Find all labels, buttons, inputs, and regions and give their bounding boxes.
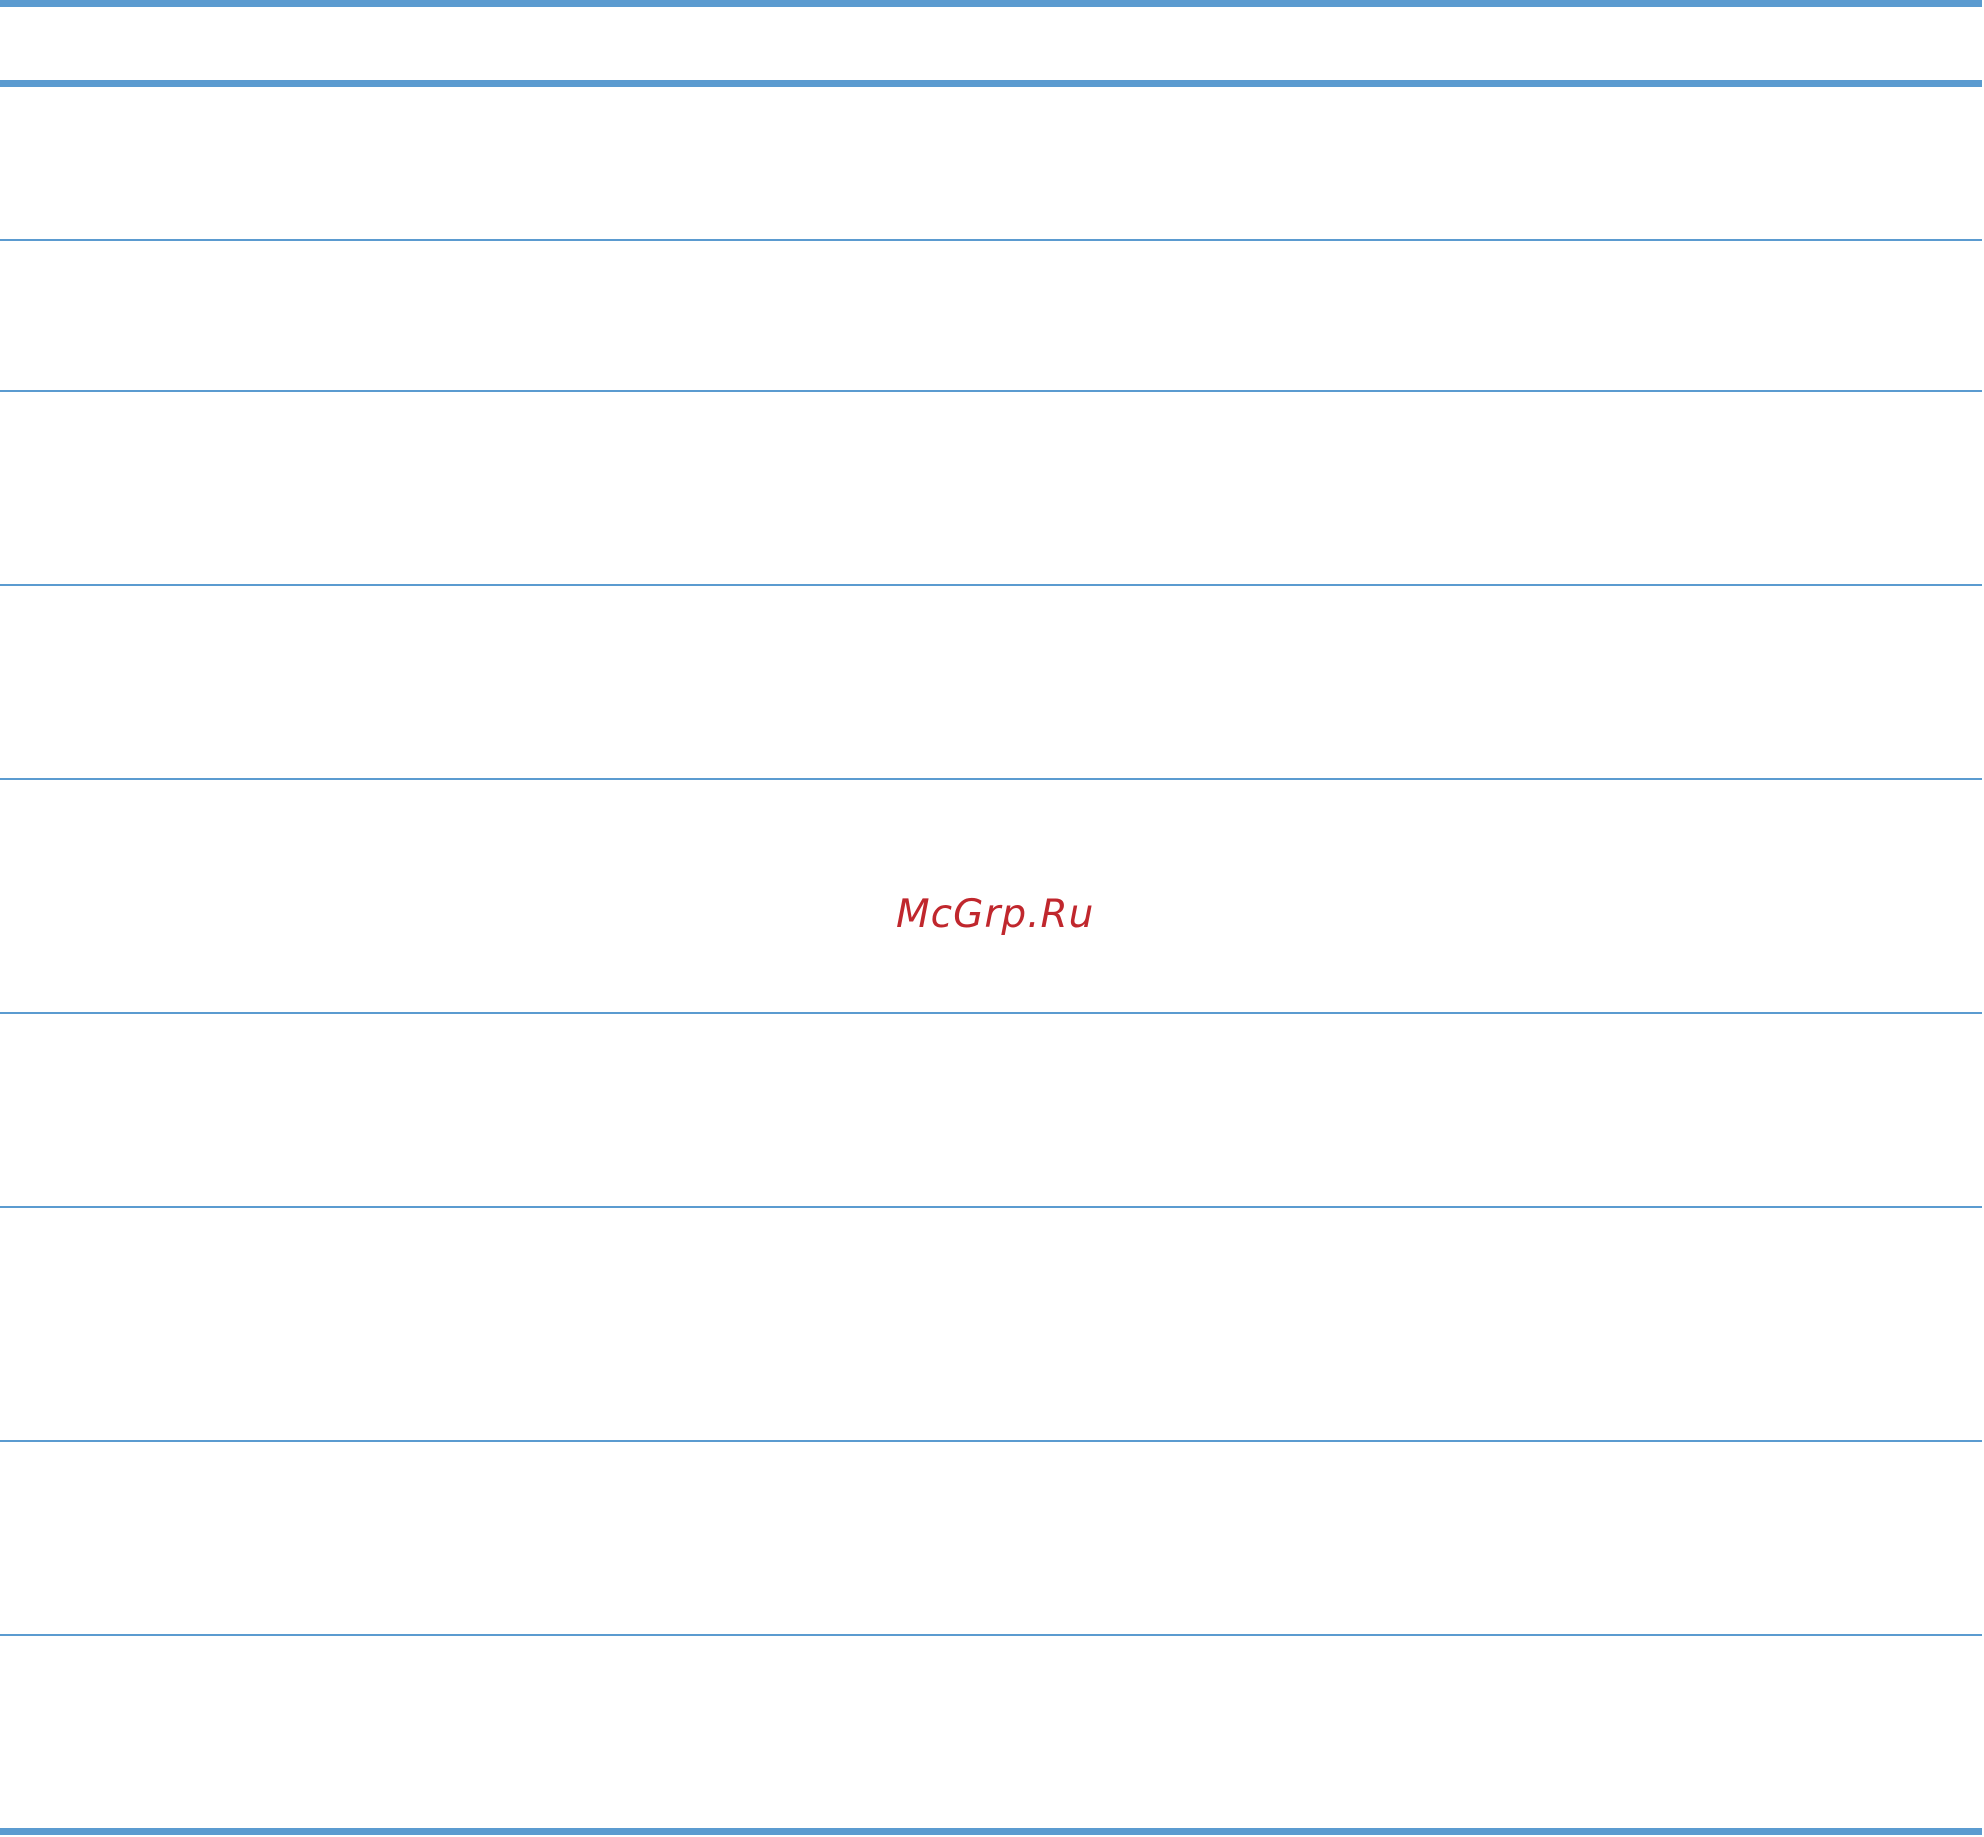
row-divider: [0, 584, 1982, 586]
row-divider: [0, 390, 1982, 392]
row-divider: [0, 1206, 1982, 1208]
row-divider: [0, 1012, 1982, 1014]
watermark-text: McGrp.Ru: [896, 892, 1095, 937]
table-bottom-border: [0, 1828, 1982, 1835]
row-divider: [0, 239, 1982, 241]
row-divider: [0, 1440, 1982, 1442]
header-bottom-border: [0, 80, 1982, 87]
row-divider: [0, 1634, 1982, 1636]
row-divider: [0, 778, 1982, 780]
document-page: McGrp.Ru: [0, 0, 1984, 1837]
table-top-border: [0, 0, 1982, 7]
